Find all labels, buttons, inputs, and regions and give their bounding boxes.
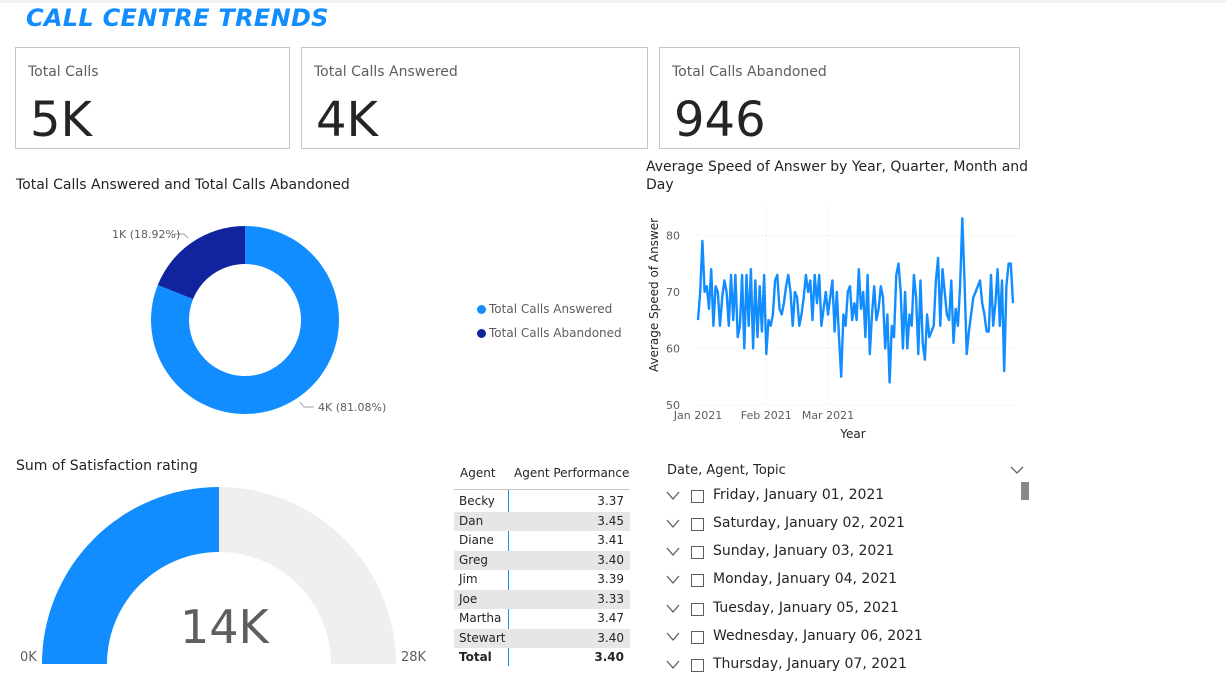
agent-performance: 3.41 (597, 533, 624, 547)
donut-title: Total Calls Answered and Total Calls Aba… (16, 177, 350, 193)
chevron-down-icon[interactable] (666, 659, 680, 671)
card-value: 946 (674, 92, 766, 148)
gauge-chart[interactable] (0, 480, 440, 686)
agent-name: Dan (459, 513, 484, 528)
legend-label: Total Calls Abandoned (489, 326, 622, 340)
chevron-down-icon[interactable] (666, 574, 680, 586)
card-value: 5K (30, 92, 93, 148)
checkbox[interactable] (691, 490, 704, 503)
report-title: CALL CENTRE TRENDS (26, 4, 329, 32)
agent-performance: 3.33 (597, 591, 624, 606)
slicer-item-label: Sunday, January 03, 2021 (713, 543, 895, 559)
legend-dot-abandoned (477, 329, 486, 338)
card-label: Total Calls (28, 64, 99, 80)
line-chart-title: Average Speed of Answer by Year, Quarter… (646, 159, 1029, 193)
chevron-down-icon[interactable] (666, 490, 680, 502)
agent-name: Greg (459, 552, 488, 567)
slicer-item-label: Tuesday, January 05, 2021 (713, 600, 899, 616)
table-row[interactable]: Stewart 3.40 (454, 628, 630, 648)
axis-ticks: 50607080Jan 2021 Feb 2021 Mar 2021 (666, 229, 854, 422)
total-value: 3.40 (594, 650, 624, 664)
agent-name: Becky (459, 494, 495, 508)
chevron-down-icon[interactable] (666, 518, 680, 530)
slicer-item-label: Monday, January 04, 2021 (713, 571, 898, 587)
agent-performance: 3.40 (597, 552, 624, 567)
legend-dot-answered (477, 305, 486, 314)
checkbox[interactable] (691, 603, 704, 616)
column-header-agent[interactable]: Agent (460, 466, 496, 480)
agent-performance: 3.47 (597, 611, 624, 625)
line-chart[interactable]: 50607080Jan 2021 Feb 2021 Mar 2021 Average… (640, 195, 1030, 445)
agent-name: Stewart (459, 630, 506, 645)
x-tick-label: Mar 2021 (802, 409, 854, 422)
slicer-item-label: Thursday, January 07, 2021 (713, 656, 907, 672)
agent-performance: 3.39 (597, 572, 624, 586)
agent-name: Martha (459, 611, 502, 625)
y-tick-label: 70 (666, 286, 680, 299)
x-tick-label: Feb 2021 (741, 409, 792, 422)
checkbox[interactable] (691, 574, 704, 587)
slicer-item-label: Friday, January 01, 2021 (713, 487, 885, 503)
leader-line-answered (299, 401, 314, 408)
checkbox[interactable] (691, 631, 704, 644)
x-tick-label: Jan 2021 (673, 409, 722, 422)
chevron-down-icon[interactable] (666, 631, 680, 643)
y-tick-label: 80 (666, 229, 680, 242)
card-value: 4K (316, 92, 379, 148)
agent-performance: 3.37 (597, 494, 624, 508)
chevron-down-icon[interactable] (666, 603, 680, 615)
card-label: Total Calls Answered (314, 64, 458, 80)
y-axis-title: Average Speed of Answer (647, 218, 661, 372)
table-row[interactable]: Jim 3.39 (454, 570, 630, 590)
column-header-agent-performance[interactable]: Agent Performance (514, 466, 629, 480)
agent-name: Jim (459, 572, 478, 586)
scrollbar-thumb[interactable] (1021, 482, 1029, 500)
legend-item-abandoned[interactable]: Total Calls Abandoned (477, 326, 622, 340)
donut-chart[interactable] (100, 210, 400, 430)
legend-label: Total Calls Answered (489, 302, 613, 316)
card-total-calls-abandoned[interactable]: Total Calls Abandoned 946 (659, 47, 1020, 149)
table-row[interactable]: Greg 3.40 (454, 550, 630, 570)
checkbox[interactable] (691, 546, 704, 559)
table-total-row: Total 3.40 (454, 648, 630, 668)
series-line[interactable] (696, 217, 1015, 384)
gauge-value: 14K (180, 600, 269, 654)
agent-performance: 3.45 (597, 513, 624, 528)
gauge-max-label: 28K (401, 650, 427, 665)
donut-label-answered: 4K (81.08%) (318, 401, 387, 414)
legend-item-answered[interactable]: Total Calls Answered (477, 302, 612, 316)
table-row[interactable]: Martha 3.47 (454, 609, 630, 629)
total-label: Total (459, 650, 492, 664)
y-tick-label: 60 (666, 342, 680, 355)
table-row[interactable]: Diane 3.41 (454, 531, 630, 551)
slicer-item-label: Wednesday, January 06, 2021 (713, 628, 923, 644)
slicer-item-label: Saturday, January 02, 2021 (713, 515, 905, 531)
table-row[interactable]: Dan 3.45 (454, 511, 630, 531)
chevron-down-icon[interactable] (1009, 464, 1025, 476)
table-row[interactable]: Becky 3.37 (454, 492, 630, 512)
x-axis-title: Year (839, 427, 865, 441)
table-row[interactable]: Joe 3.33 (454, 589, 630, 609)
card-total-calls[interactable]: Total Calls 5K (15, 47, 290, 149)
card-label: Total Calls Abandoned (672, 64, 827, 80)
donut-label-abandoned: 1K (18.92%) (112, 228, 181, 241)
chevron-down-icon[interactable] (666, 546, 680, 558)
card-total-calls-answered[interactable]: Total Calls Answered 4K (301, 47, 648, 149)
header-divider (454, 489, 630, 490)
top-border (0, 0, 1227, 3)
agent-name: Diane (459, 533, 494, 547)
gauge-title: Sum of Satisfaction rating (16, 458, 198, 474)
slicer-header: Date, Agent, Topic (667, 463, 786, 478)
checkbox[interactable] (691, 518, 704, 531)
agent-performance: 3.40 (597, 630, 624, 645)
agent-name: Joe (459, 591, 478, 606)
gauge-min-label: 0K (20, 650, 37, 665)
checkbox[interactable] (691, 659, 704, 672)
